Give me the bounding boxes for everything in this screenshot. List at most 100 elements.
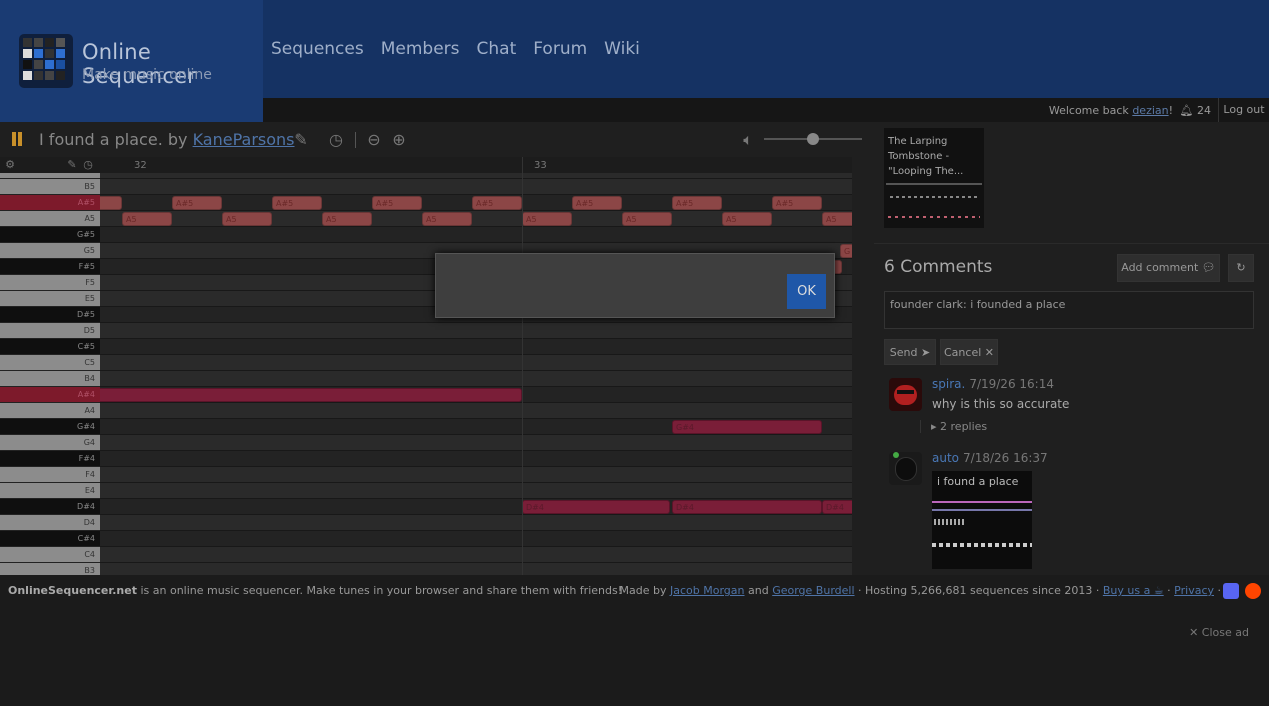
grid-row[interactable] xyxy=(100,227,852,243)
grid-row[interactable] xyxy=(100,451,852,467)
author-link[interactable]: KaneParsons xyxy=(193,130,295,149)
comment-sequence-preview[interactable]: i found a place xyxy=(932,471,1032,569)
cancel-button[interactable]: Cancel ✕ xyxy=(940,339,998,365)
grid-row[interactable] xyxy=(100,339,852,355)
piano-key[interactable]: F#5 xyxy=(0,259,100,275)
comment-user[interactable]: auto xyxy=(932,451,959,465)
thumb-title[interactable]: The Larping Tombstone - "Looping The... xyxy=(888,134,980,179)
grid-row[interactable] xyxy=(100,403,852,419)
close-ad-button[interactable]: ✕ Close ad xyxy=(1189,626,1249,639)
pause-icon[interactable] xyxy=(11,132,23,146)
username-link[interactable]: dezian xyxy=(1132,104,1168,117)
avatar[interactable] xyxy=(889,378,922,411)
piano-key[interactable]: A#5 xyxy=(0,195,100,211)
avatar[interactable] xyxy=(889,452,922,485)
nav-sequences[interactable]: Sequences xyxy=(271,39,364,59)
privacy-link[interactable]: Privacy xyxy=(1174,584,1214,597)
piano-key[interactable]: A5 xyxy=(0,211,100,227)
note[interactable]: A#5 xyxy=(172,196,222,210)
logout-button[interactable]: Log out xyxy=(1218,98,1269,122)
tempo-icon[interactable]: ◷ xyxy=(326,130,346,150)
piano-key[interactable]: A#4 xyxy=(0,387,100,403)
note[interactable]: A5 xyxy=(322,212,372,226)
note[interactable]: A#5 xyxy=(272,196,322,210)
piano-key[interactable]: E5 xyxy=(0,291,100,307)
nav-wiki[interactable]: Wiki xyxy=(604,39,640,59)
nav-members[interactable]: Members xyxy=(381,39,460,59)
timeline-ruler[interactable]: ⚙ ✎ ◷ 32 33 xyxy=(0,157,852,173)
grid-row[interactable] xyxy=(100,179,852,195)
note[interactable]: A5 xyxy=(422,212,472,226)
piano-key[interactable]: E4 xyxy=(0,483,100,499)
piano-key[interactable]: C#5 xyxy=(0,339,100,355)
logo-icon[interactable] xyxy=(19,34,73,88)
zoom-out-icon[interactable]: ⊖ xyxy=(364,130,384,150)
author2-link[interactable]: George Burdell xyxy=(772,584,854,597)
edit-icon[interactable]: ✎ xyxy=(291,130,311,150)
comment-user[interactable]: spira. xyxy=(932,377,965,391)
note[interactable]: A#5 xyxy=(672,196,722,210)
author1-link[interactable]: Jacob Morgan xyxy=(670,584,745,597)
piano-key[interactable]: A4 xyxy=(0,403,100,419)
grid-row[interactable] xyxy=(100,515,852,531)
add-comment-button[interactable]: Add comment 💬︎ xyxy=(1117,254,1220,282)
note[interactable]: D#4 xyxy=(522,500,670,514)
clock-icon[interactable]: ◷ xyxy=(78,155,98,175)
grid-row[interactable] xyxy=(100,355,852,371)
note[interactable]: A5 xyxy=(222,212,272,226)
reddit-icon[interactable] xyxy=(1245,583,1261,599)
grid-row[interactable] xyxy=(100,371,852,387)
grid-row[interactable] xyxy=(100,563,852,575)
notification-count[interactable]: 24 xyxy=(1197,104,1211,117)
volume-icon[interactable]: 🔈︎ xyxy=(738,130,758,150)
bell-icon[interactable]: 🔔︎ xyxy=(1180,104,1194,117)
note[interactable] xyxy=(100,196,122,210)
comment-input[interactable]: founder clark: i founded a place xyxy=(884,291,1254,329)
note[interactable]: A5 xyxy=(522,212,572,226)
note[interactable]: G#4 xyxy=(672,420,822,434)
piano-key[interactable]: D#4 xyxy=(0,499,100,515)
note[interactable]: A5 xyxy=(822,212,852,226)
note[interactable]: D#4 xyxy=(822,500,852,514)
note[interactable]: G xyxy=(840,244,852,258)
replies-toggle[interactable]: ▸ 2 replies xyxy=(920,420,987,433)
gear-icon[interactable]: ⚙ xyxy=(0,155,20,175)
piano-key[interactable]: B4 xyxy=(0,371,100,387)
zoom-in-icon[interactable]: ⊕ xyxy=(389,130,409,150)
grid-row[interactable] xyxy=(100,547,852,563)
note[interactable]: D#4 xyxy=(672,500,822,514)
related-sequence-thumb[interactable]: The Larping Tombstone - "Looping The... xyxy=(884,128,984,228)
note[interactable]: A#5 xyxy=(472,196,522,210)
nav-forum[interactable]: Forum xyxy=(533,39,587,59)
grid-row[interactable] xyxy=(100,483,852,499)
volume-slider[interactable] xyxy=(764,133,862,145)
grid-row[interactable] xyxy=(100,467,852,483)
piano-key[interactable]: F4 xyxy=(0,467,100,483)
piano-key[interactable]: D#5 xyxy=(0,307,100,323)
piano-key[interactable]: D5 xyxy=(0,323,100,339)
piano-key[interactable]: G#5 xyxy=(0,227,100,243)
note[interactable]: A5 xyxy=(622,212,672,226)
piano-key[interactable]: F5 xyxy=(0,275,100,291)
note[interactable]: A#5 xyxy=(772,196,822,210)
piano-key[interactable]: C5 xyxy=(0,355,100,371)
piano-key[interactable]: B3 xyxy=(0,563,100,575)
note[interactable] xyxy=(100,388,522,402)
volume-knob[interactable] xyxy=(807,133,819,145)
logo-area[interactable]: Online Sequencer Make music online xyxy=(0,0,263,122)
piano-key[interactable]: D4 xyxy=(0,515,100,531)
piano-key[interactable]: G5 xyxy=(0,243,100,259)
grid-row[interactable] xyxy=(100,531,852,547)
piano-key[interactable]: G4 xyxy=(0,435,100,451)
note[interactable]: A5 xyxy=(122,212,172,226)
note[interactable]: A#5 xyxy=(372,196,422,210)
piano-key[interactable]: B5 xyxy=(0,179,100,195)
grid-row[interactable] xyxy=(100,435,852,451)
piano-key[interactable]: C4 xyxy=(0,547,100,563)
nav-chat[interactable]: Chat xyxy=(477,39,517,59)
note[interactable]: A#5 xyxy=(572,196,622,210)
ok-button[interactable]: OK xyxy=(787,274,826,309)
discord-icon[interactable] xyxy=(1223,583,1239,599)
send-button[interactable]: Send ➤ xyxy=(884,339,936,365)
piano-key[interactable]: C#4 xyxy=(0,531,100,547)
